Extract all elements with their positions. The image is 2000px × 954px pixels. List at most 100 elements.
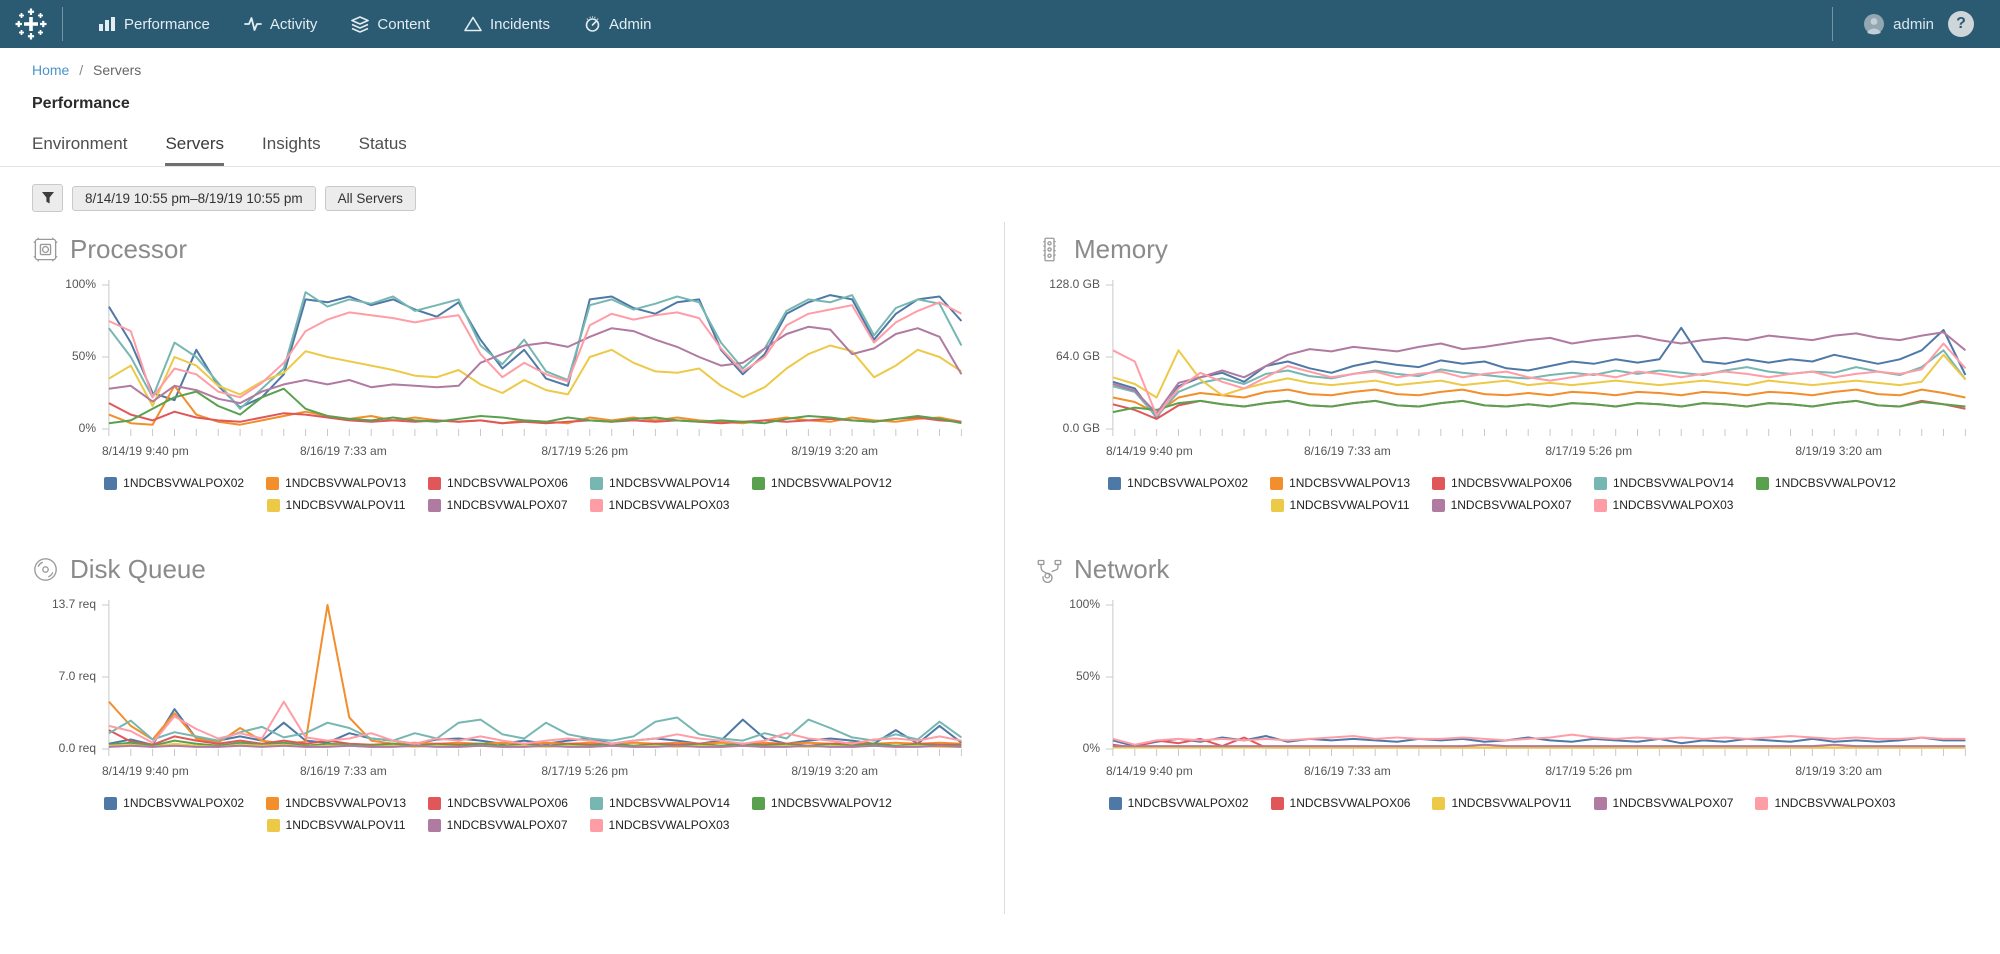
chart-title: Disk Queue bbox=[70, 554, 206, 585]
nav-item-activity[interactable]: Activity bbox=[227, 0, 335, 48]
y-tick-label: 13.7 req bbox=[52, 597, 96, 611]
y-tick-label: 0.0 req bbox=[59, 741, 96, 755]
legend-label: 1NDCBSVWALPOX07 bbox=[1451, 498, 1572, 512]
legend-label: 1NDCBSVWALPOX02 bbox=[123, 796, 244, 810]
x-tick-label: 8/16/19 7:33 am bbox=[300, 764, 387, 778]
legend-swatch bbox=[590, 797, 603, 810]
nav-item-performance[interactable]: Performance bbox=[81, 0, 227, 48]
legend-item: 1NDCBSVWALPOX07 bbox=[428, 818, 568, 832]
legend-item: 1NDCBSVWALPOX06 bbox=[428, 476, 568, 490]
tab-insights[interactable]: Insights bbox=[262, 134, 321, 166]
legend-swatch bbox=[267, 499, 280, 512]
user-menu[interactable]: admin bbox=[1863, 13, 1934, 35]
x-tick-label: 8/14/19 9:40 pm bbox=[102, 444, 189, 458]
breadcrumb-current: Servers bbox=[93, 62, 141, 78]
funnel-icon bbox=[41, 191, 55, 205]
page-title: Performance bbox=[32, 95, 1968, 113]
y-axis-labels: 13.7 req 7.0 req 0.0 req bbox=[32, 599, 102, 759]
legend-label: 1NDCBSVWALPOX06 bbox=[447, 476, 568, 490]
legend-swatch bbox=[1108, 477, 1121, 490]
nav-item-incidents[interactable]: Incidents bbox=[447, 0, 567, 48]
legend-swatch bbox=[1109, 797, 1122, 810]
legend-swatch bbox=[104, 797, 117, 810]
tab-status[interactable]: Status bbox=[359, 134, 407, 166]
legend-item: 1NDCBSVWALPOV14 bbox=[590, 476, 730, 490]
tab-bar: Environment Servers Insights Status bbox=[0, 134, 2000, 167]
network-line-chart[interactable] bbox=[1106, 599, 1968, 759]
legend-label: 1NDCBSVWALPOV14 bbox=[609, 796, 730, 810]
x-tick-label: 8/17/19 5:26 pm bbox=[541, 444, 628, 458]
y-tick-label: 7.0 req bbox=[59, 669, 96, 683]
nav-item-admin[interactable]: Admin bbox=[567, 0, 669, 48]
legend-label: 1NDCBSVWALPOV13 bbox=[1289, 476, 1410, 490]
tableau-logo[interactable] bbox=[0, 7, 62, 41]
panel-head: Processor bbox=[32, 234, 964, 265]
legend-label: 1NDCBSVWALPOV12 bbox=[771, 796, 892, 810]
legend-label: 1NDCBSVWALPOV11 bbox=[1290, 498, 1410, 512]
charts-column-left: Processor 100% 50% 0% 8/14/19 9:40 pm8/1… bbox=[32, 234, 964, 874]
legend-label: 1NDCBSVWALPOX03 bbox=[1613, 498, 1734, 512]
legend-swatch bbox=[1270, 477, 1283, 490]
nav-divider-right bbox=[1832, 7, 1833, 41]
legend-item: 1NDCBSVWALPOV12 bbox=[752, 796, 892, 810]
memory-icon bbox=[1036, 236, 1063, 263]
legend-item: 1NDCBSVWALPOV14 bbox=[590, 796, 730, 810]
nav-item-label: Content bbox=[377, 16, 430, 33]
plot-area: 8/14/19 9:40 pm8/16/19 7:33 am8/17/19 5:… bbox=[1106, 599, 1968, 782]
date-range-filter-chip[interactable]: 8/14/19 10:55 pm–8/19/19 10:55 pm bbox=[72, 186, 316, 211]
nav-item-content[interactable]: Content bbox=[334, 0, 447, 48]
legend-label: 1NDCBSVWALPOX03 bbox=[609, 498, 730, 512]
chart-legend: 1NDCBSVWALPOX021NDCBSVWALPOX061NDCBSVWAL… bbox=[1077, 796, 1927, 810]
charts-grid: Processor 100% 50% 0% 8/14/19 9:40 pm8/1… bbox=[0, 212, 2000, 874]
legend-label: 1NDCBSVWALPOX07 bbox=[447, 498, 568, 512]
tab-servers[interactable]: Servers bbox=[165, 134, 224, 166]
y-tick-label: 0.0 GB bbox=[1063, 421, 1100, 435]
legend-label: 1NDCBSVWALPOX07 bbox=[1613, 796, 1734, 810]
server-filter-chip[interactable]: All Servers bbox=[325, 186, 416, 211]
legend-swatch bbox=[752, 477, 765, 490]
legend-item: 1NDCBSVWALPOV13 bbox=[266, 796, 406, 810]
legend-item: 1NDCBSVWALPOX03 bbox=[590, 818, 730, 832]
nav-items: Performance Activity Content Incidents bbox=[81, 0, 1832, 48]
filter-row: 8/14/19 10:55 pm–8/19/19 10:55 pm All Se… bbox=[0, 167, 2000, 212]
legend-swatch bbox=[1271, 499, 1284, 512]
legend-label: 1NDCBSVWALPOX03 bbox=[1774, 796, 1895, 810]
legend-swatch bbox=[1594, 477, 1607, 490]
legend-item: 1NDCBSVWALPOX02 bbox=[104, 476, 244, 490]
plot-area: 8/14/19 9:40 pm8/16/19 7:33 am8/17/19 5:… bbox=[1106, 279, 1968, 462]
legend-label: 1NDCBSVWALPOV14 bbox=[1613, 476, 1734, 490]
legend-swatch bbox=[266, 797, 279, 810]
disk-queue-line-chart[interactable] bbox=[102, 599, 964, 759]
legend-label: 1NDCBSVWALPOV14 bbox=[609, 476, 730, 490]
chart-panel-processor: Processor 100% 50% 0% 8/14/19 9:40 pm8/1… bbox=[32, 234, 964, 512]
network-icon bbox=[1036, 556, 1063, 583]
legend-item: 1NDCBSVWALPOX03 bbox=[1594, 498, 1734, 512]
bar-chart-icon bbox=[98, 16, 116, 32]
y-tick-label: 0% bbox=[79, 421, 96, 435]
x-tick-label: 8/17/19 5:26 pm bbox=[1545, 444, 1632, 458]
filter-icon[interactable] bbox=[32, 184, 63, 212]
legend-item: 1NDCBSVWALPOX07 bbox=[428, 498, 568, 512]
chart-legend: 1NDCBSVWALPOX02 1NDCBSVWALPOV13 1NDCBSVWAL… bbox=[32, 796, 964, 832]
chart-legend: 1NDCBSVWALPOX021NDCBSVWALPOV131NDCBSVWAL… bbox=[32, 476, 964, 512]
y-tick-label: 64.0 GB bbox=[1056, 349, 1100, 363]
memory-line-chart[interactable] bbox=[1106, 279, 1968, 439]
username: admin bbox=[1893, 16, 1934, 33]
page-head: Home / Servers Performance bbox=[0, 48, 2000, 113]
panel-head: Memory bbox=[1036, 234, 1968, 265]
y-tick-label: 50% bbox=[1076, 669, 1100, 683]
tab-environment[interactable]: Environment bbox=[32, 134, 127, 166]
legend-label: 1NDCBSVWALPOX06 bbox=[447, 796, 568, 810]
breadcrumb-separator: / bbox=[79, 62, 83, 78]
processor-line-chart[interactable] bbox=[102, 279, 964, 439]
legend-label: 1NDCBSVWALPOX06 bbox=[1451, 476, 1572, 490]
plot-row: 100% 50% 0% 8/14/19 9:40 pm8/16/19 7:33 … bbox=[32, 279, 964, 462]
help-icon[interactable]: ? bbox=[1948, 11, 1974, 37]
chart-title: Network bbox=[1074, 554, 1169, 585]
legend-item: 1NDCBSVWALPOV12 bbox=[752, 476, 892, 490]
cpu-icon bbox=[32, 236, 59, 263]
nav-right: admin ? bbox=[1832, 7, 2000, 41]
legend-label: 1NDCBSVWALPOX06 bbox=[1290, 796, 1411, 810]
breadcrumb-home-link[interactable]: Home bbox=[32, 62, 69, 78]
plot-area: 8/14/19 9:40 pm8/16/19 7:33 am8/17/19 5:… bbox=[102, 599, 964, 782]
